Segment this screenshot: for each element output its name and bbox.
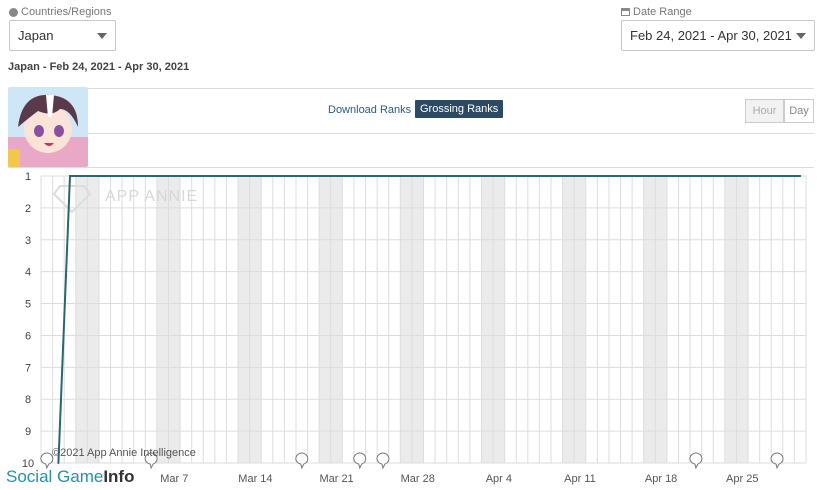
- weekend-band: [319, 176, 331, 463]
- watermark-text: APP ANNIE: [105, 188, 198, 205]
- x-tick-label: Apr 4: [486, 473, 512, 485]
- weekend-band: [156, 176, 169, 463]
- weekend-band: [411, 176, 424, 463]
- data-point: [68, 175, 71, 177]
- footer-logo: Social GameInfo: [6, 467, 134, 487]
- y-tick-label: 2: [25, 203, 31, 215]
- annotation-marker-icon: [376, 452, 390, 470]
- y-tick-label: 9: [25, 426, 31, 438]
- y-tick-label: 3: [25, 235, 31, 247]
- x-tick-label: Apr 18: [645, 473, 677, 485]
- weekend-band: [493, 176, 505, 463]
- annotation-marker-icon: [689, 452, 703, 470]
- y-tick-label: 4: [25, 267, 31, 279]
- weekend-band: [238, 176, 250, 463]
- data-point: [57, 462, 60, 464]
- footer-logo-part1: Social Game: [6, 467, 104, 486]
- data-point: [799, 175, 802, 177]
- weekend-band: [400, 176, 412, 463]
- weekend-band: [75, 176, 88, 463]
- y-tick-label: 8: [25, 394, 31, 406]
- weekend-band: [168, 176, 181, 463]
- weekend-band: [655, 176, 667, 463]
- annotation-marker-icon: [353, 452, 367, 470]
- weekend-band: [87, 176, 99, 463]
- rank-chart: 12345678910APP ANNIEMar 7 Mar 14 Mar 21 Mar…: [22, 171, 807, 485]
- x-tick-label: Mar 7: [160, 473, 188, 485]
- weekend-band: [724, 176, 737, 463]
- x-tick-label: Mar 28: [401, 473, 435, 485]
- weekend-band: [736, 176, 749, 463]
- weekend-band: [330, 176, 343, 463]
- weekend-band: [249, 176, 262, 463]
- y-tick-label: 6: [25, 330, 31, 342]
- x-tick-label: Apr 11: [564, 473, 596, 485]
- y-tick-label: 7: [25, 362, 31, 374]
- weekend-band: [562, 176, 575, 463]
- weekend-band: [643, 176, 656, 463]
- weekend-band: [574, 176, 586, 463]
- annotation-marker-icon: [770, 452, 784, 470]
- copyright-text: ©2021 App Annie Intelligence: [52, 447, 196, 459]
- y-tick-label: 1: [25, 171, 31, 183]
- x-tick-label: Mar 14: [238, 473, 272, 485]
- annotation-marker-icon: [295, 452, 309, 470]
- x-tick-label: Apr 25: [726, 473, 758, 485]
- annotation-marker-icon: [40, 452, 54, 470]
- weekend-band: [481, 176, 494, 463]
- x-tick-label: Mar 21: [319, 473, 353, 485]
- y-tick-label: 5: [25, 299, 31, 311]
- footer-logo-part2: Info: [103, 467, 135, 486]
